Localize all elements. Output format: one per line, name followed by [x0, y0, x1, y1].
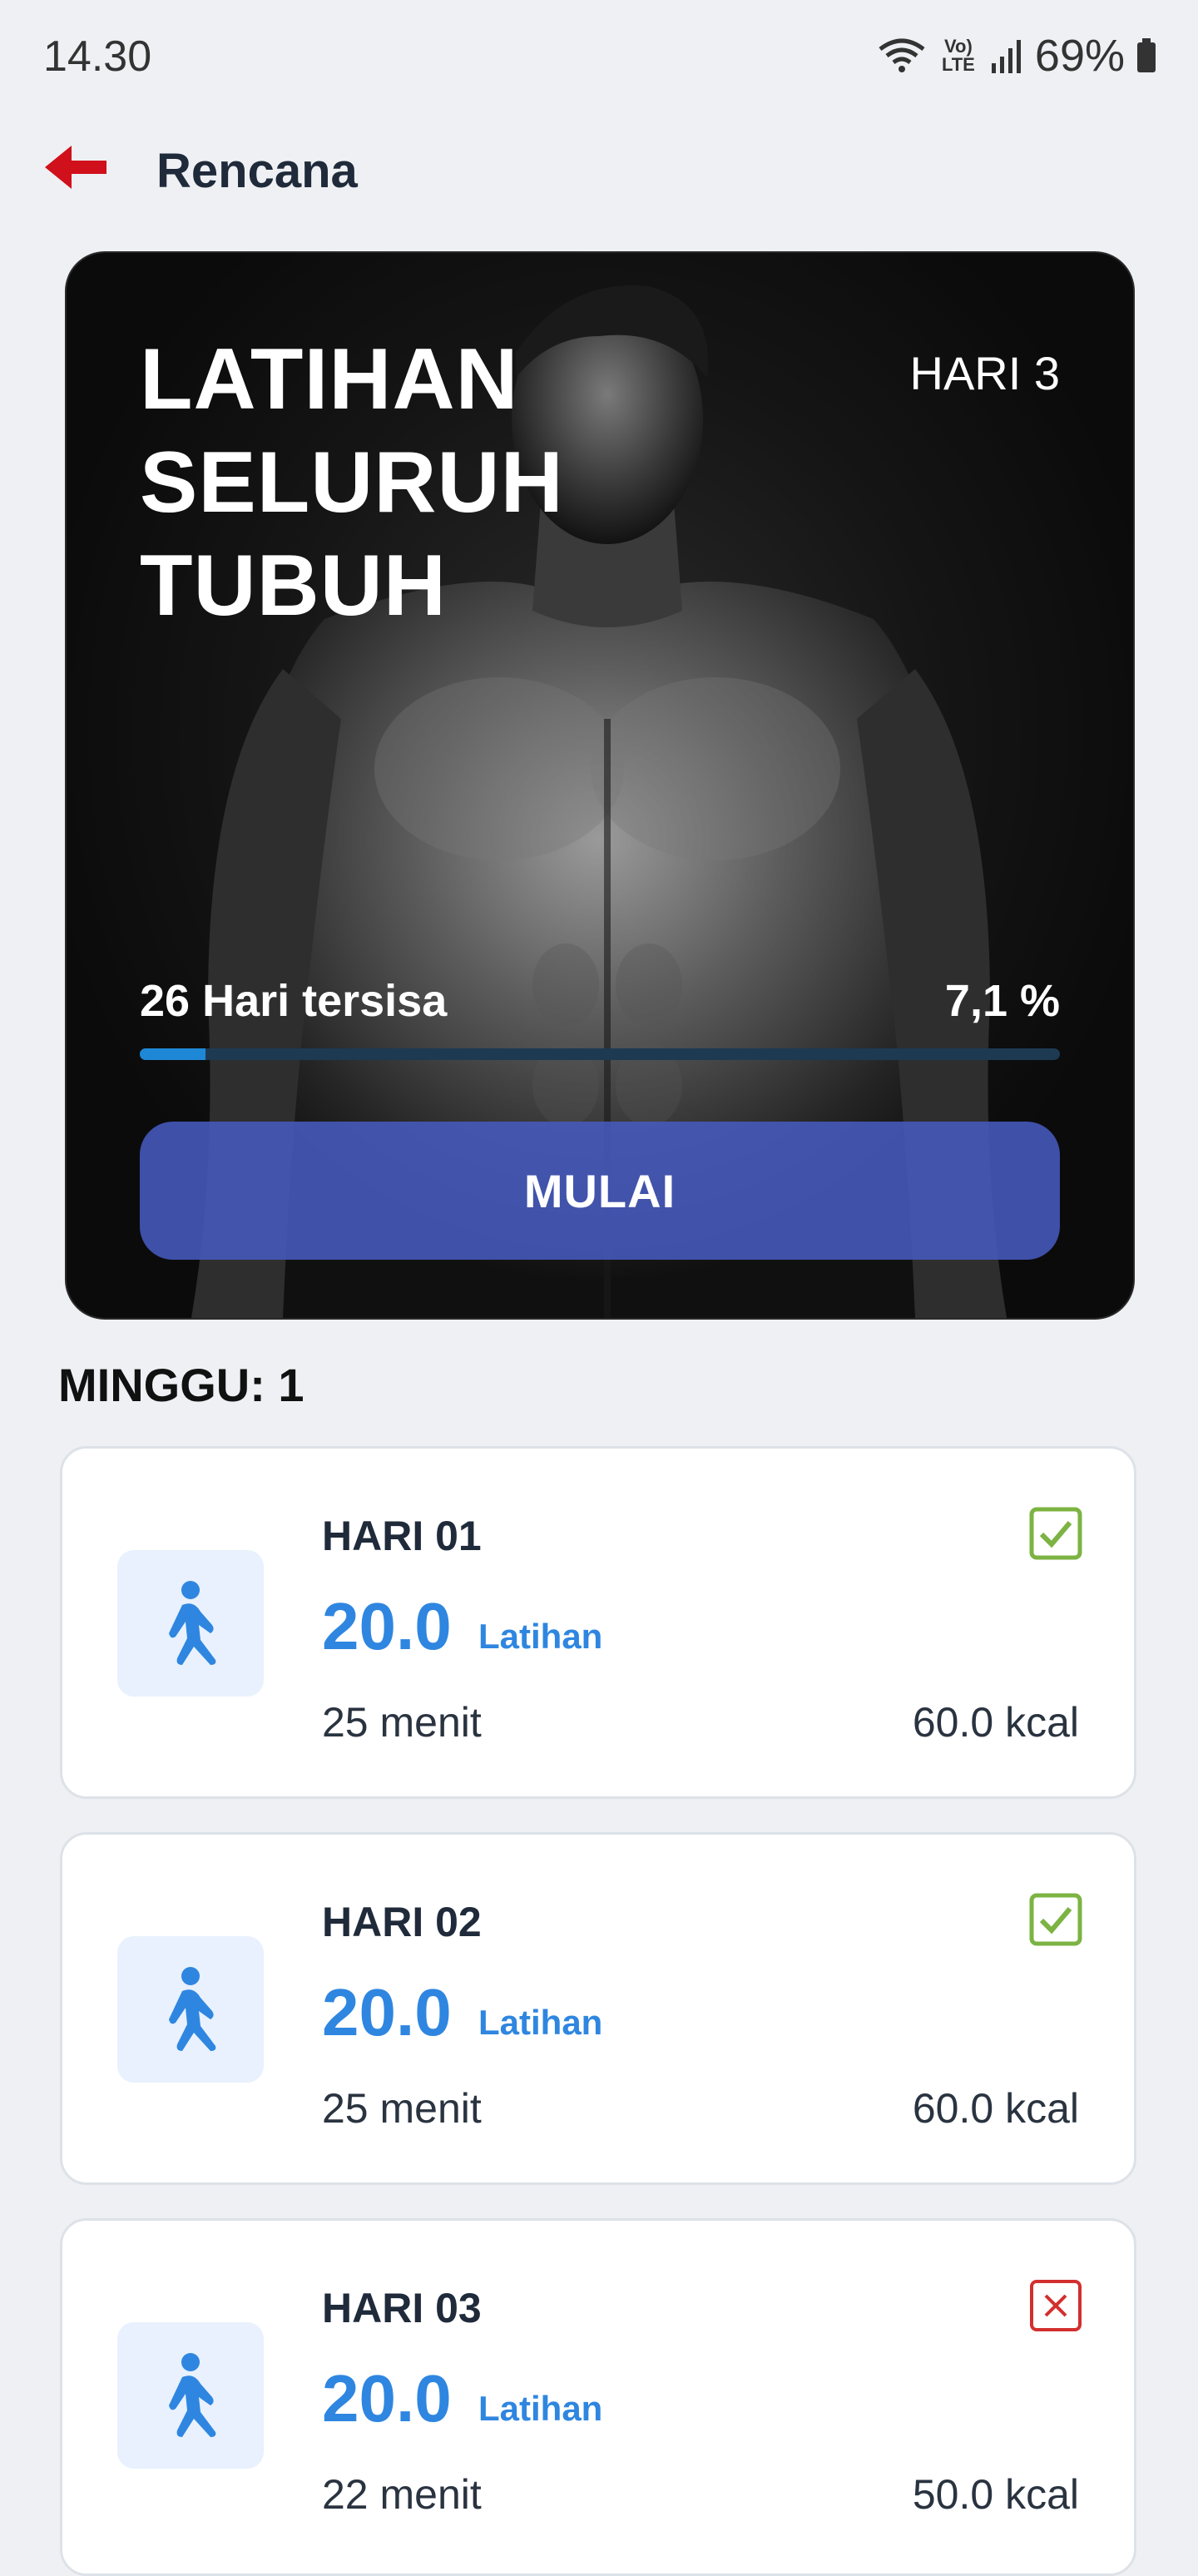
progress-bar: [140, 1048, 1060, 1060]
exercise-count: 20.0: [322, 1975, 452, 2049]
battery-percent: 69%: [1034, 31, 1125, 81]
duration: 25 menit: [322, 1699, 482, 1746]
day-title: HARI 01: [322, 1513, 482, 1559]
progress-bar-fill: [140, 1048, 205, 1060]
exercise-icon-box: [117, 1936, 264, 2083]
plan-title: LATIHAN SELURUH TUBUH: [140, 328, 564, 637]
back-button[interactable]: [43, 140, 110, 198]
stretching-person-icon: [157, 1578, 224, 1669]
progress-percent: 7,1 %: [944, 976, 1060, 1026]
plan-title-line: LATIHAN: [140, 331, 519, 428]
status-bar: 14.30 Vo) LTE 69%: [0, 0, 1198, 116]
volte-icon: Vo) LTE: [941, 36, 975, 75]
plan-title-line: TUBUH: [140, 537, 447, 634]
status-icons: Vo) LTE 69%: [877, 30, 1156, 82]
page-title: Rencana: [156, 144, 358, 198]
start-button[interactable]: MULAI: [140, 1122, 1060, 1260]
signal-icon: [990, 38, 1023, 73]
duration: 22 menit: [322, 2471, 482, 2518]
exercise-count-unit: Latihan: [478, 2389, 603, 2428]
exercise-icon-box: [117, 2322, 264, 2469]
stretching-person-icon: [157, 2351, 224, 2441]
day-card-02[interactable]: HARI 02 20.0 Latihan 25 menit 60.0 kcal: [60, 1832, 1136, 2185]
days-remaining: 26 Hari tersisa: [140, 976, 448, 1026]
duration: 25 menit: [322, 2085, 482, 2132]
exercise-count-unit: Latihan: [478, 1617, 603, 1656]
checkbox-x-icon: [1029, 2279, 1082, 2332]
wifi-icon: [877, 37, 927, 74]
exercise-count-unit: Latihan: [478, 2003, 603, 2042]
app-header: Rencana: [0, 125, 1198, 216]
day-title: HARI 03: [322, 2285, 482, 2331]
calories: 60.0 kcal: [912, 2085, 1079, 2132]
exercise-count: 20.0: [322, 2361, 452, 2435]
checkbox-checked-icon: [1029, 1893, 1082, 1946]
exercise-count: 20.0: [322, 1589, 452, 1663]
calories: 50.0 kcal: [912, 2471, 1079, 2518]
current-day-label: HARI 3: [909, 347, 1061, 399]
checkbox-checked-icon: [1029, 1507, 1082, 1560]
plan-hero-card: LATIHAN SELURUH TUBUH HARI 3 26 Hari ter…: [65, 251, 1135, 1320]
calories: 60.0 kcal: [912, 1699, 1079, 1746]
battery-icon: [1136, 38, 1156, 73]
day-title: HARI 02: [322, 1899, 482, 1945]
day-card-01[interactable]: HARI 01 20.0 Latihan 25 menit 60.0 kcal: [60, 1446, 1136, 1799]
exercise-icon-box: [117, 1550, 264, 1697]
arrow-left-icon: [43, 142, 110, 196]
week-label: MINGGU: 1: [58, 1359, 304, 1411]
plan-title-line: SELURUH: [140, 434, 564, 531]
stretching-person-icon: [157, 1964, 224, 2055]
day-card-03[interactable]: HARI 03 20.0 Latihan 22 menit 50.0 kcal: [60, 2218, 1136, 2576]
status-time: 14.30: [43, 32, 152, 81]
